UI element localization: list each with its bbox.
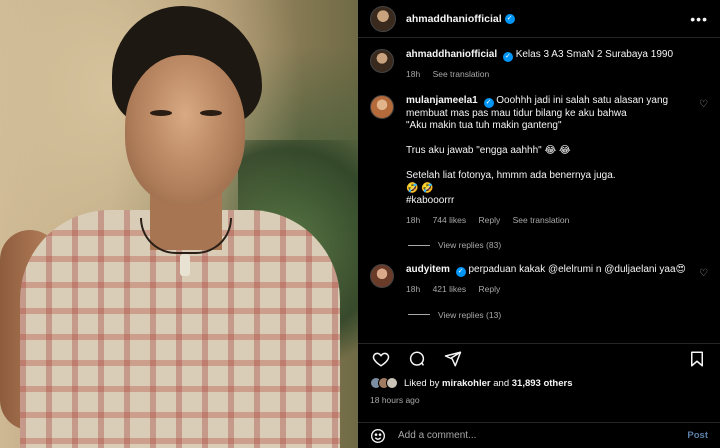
comment-body: audyitem ✓ perpaduan kakak @elelrumi n @…	[406, 264, 698, 296]
view-replies-label: View replies (13)	[438, 309, 502, 320]
caption-row: ahmaddhaniofficial ✓ Kelas 3 A3 SmaN 2 S…	[370, 49, 708, 81]
caption-meta: 18h See translation	[406, 68, 698, 81]
reply-button[interactable]: Reply	[479, 284, 501, 294]
comment-line: perpaduan kakak @elelrumi n @duljaelani …	[468, 264, 686, 275]
caption-body: ahmaddhaniofficial ✓ Kelas 3 A3 SmaN 2 S…	[406, 49, 698, 81]
comment-like-heart-icon[interactable]: ♡	[699, 268, 708, 279]
comment-line: Setelah liat fotonya, hmmm ada benernya …	[406, 170, 616, 181]
view-replies-label: View replies (83)	[438, 240, 502, 250]
caption-text: Kelas 3 A3 SmaN 2 Surabaya 1990	[515, 49, 674, 60]
comment-username[interactable]: mulanjameela1	[406, 95, 478, 106]
post-button[interactable]: Post	[687, 430, 708, 441]
comment-line: "Aku makin tua tuh makin ganteng"	[406, 120, 562, 131]
comment-like-heart-icon[interactable]: ♡	[699, 99, 708, 110]
see-translation-link[interactable]: See translation	[513, 215, 570, 225]
photo-face	[125, 55, 245, 205]
comment-line: Trus aku jawab "engga aahhh" 😂 😂	[406, 145, 571, 156]
instagram-post-modal: ahmaddhaniofficial ✓ ••• ahmaddhanioffic…	[0, 0, 720, 448]
view-replies-line	[408, 314, 430, 315]
comments-list: ahmaddhaniofficial ✓ Kelas 3 A3 SmaN 2 S…	[358, 39, 720, 337]
caption-time[interactable]: 18h	[406, 69, 420, 79]
commenter-avatar[interactable]	[370, 94, 394, 119]
liker-username[interactable]: mirakohler	[442, 378, 491, 389]
post-actions-bar	[358, 343, 720, 373]
bookmark-icon[interactable]	[686, 348, 708, 370]
verified-badge-icon: ✓	[455, 267, 466, 277]
author-avatar[interactable]	[370, 5, 396, 32]
reply-button[interactable]: Reply	[479, 215, 501, 225]
view-replies-line	[408, 244, 430, 246]
likes-prefix: Liked by	[404, 377, 443, 389]
comment-icon[interactable]	[406, 348, 428, 370]
more-options-icon[interactable]: •••	[690, 11, 708, 27]
comment-likes[interactable]: 421 likes	[433, 284, 467, 294]
post-header: ahmaddhaniofficial ✓ •••	[358, 0, 720, 38]
comment-line: membuat mas pas mau tidur bilang ke aku …	[406, 107, 627, 119]
likes-others-count[interactable]: 31,893 others	[512, 378, 573, 389]
post-side-panel: ahmaddhaniofficial ✓ ••• ahmaddhanioffic…	[358, 0, 720, 448]
share-icon[interactable]	[442, 348, 464, 370]
comment-meta: 18h 744 likes Reply See translation	[406, 214, 698, 227]
caption-username[interactable]: ahmaddhaniofficial	[406, 49, 497, 60]
verified-badge-icon: ✓	[504, 13, 515, 24]
comment-item: audyitem ✓ perpaduan kakak @elelrumi n @…	[370, 264, 708, 296]
comment-username[interactable]: audyitem	[406, 264, 450, 275]
comment-hashtag[interactable]: #kabooorrr	[406, 195, 698, 208]
comment-item: mulanjameela1 ✓ Ooohhh jadi ini salah sa…	[370, 94, 708, 227]
comment-spacer	[406, 133, 698, 146]
comment-time[interactable]: 18h	[406, 284, 420, 294]
photo-pendant	[180, 254, 190, 276]
author-username[interactable]: ahmaddhaniofficial	[406, 13, 502, 25]
emoji-icon[interactable]	[370, 428, 386, 444]
likes-text: Liked by mirakohler and 31,893 others	[404, 378, 572, 389]
comment-line: Ooohhh jadi ini salah satu alasan yang	[496, 94, 669, 106]
view-replies-button[interactable]: View replies (13)	[408, 310, 708, 320]
add-comment-bar: Post	[358, 422, 720, 448]
comment-input[interactable]	[398, 430, 668, 441]
comment-meta: 18h 421 likes Reply	[406, 283, 698, 296]
heart-icon[interactable]	[370, 348, 392, 370]
view-replies-button[interactable]: View replies (83)	[408, 240, 708, 250]
post-photo[interactable]	[0, 0, 358, 448]
verified-badge-icon: ✓	[502, 52, 513, 62]
commenter-avatar[interactable]	[370, 264, 394, 288]
verified-badge-icon: ✓	[483, 97, 494, 108]
liker-avatar[interactable]	[386, 377, 398, 389]
likes-summary: Liked by mirakohler and 31,893 others	[370, 377, 572, 389]
comment-body: mulanjameela1 ✓ Ooohhh jadi ini salah sa…	[406, 95, 698, 227]
post-timestamp[interactable]: 18 hours ago	[370, 395, 420, 405]
comment-spacer	[406, 158, 698, 171]
comment-likes[interactable]: 744 likes	[433, 215, 467, 225]
photo-eye-right	[200, 110, 222, 116]
see-translation-link[interactable]: See translation	[433, 69, 490, 79]
caption-avatar[interactable]	[370, 49, 394, 73]
photo-eye-left	[150, 110, 172, 116]
likes-middle: and	[490, 377, 512, 389]
comment-line: 🤣 🤣	[406, 182, 434, 194]
comment-time[interactable]: 18h	[406, 215, 420, 225]
